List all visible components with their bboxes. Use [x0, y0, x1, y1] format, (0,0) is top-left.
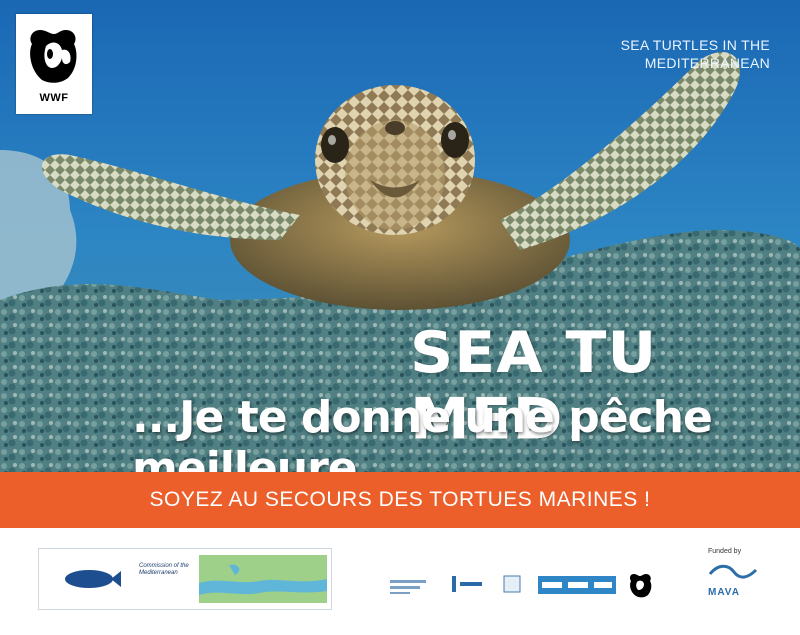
wwf-small-logo [628, 570, 652, 600]
partner-logo-commission: Commission of the Mediterranean [38, 548, 332, 610]
funded-by-label: Funded by [708, 548, 742, 555]
partner-footer: Commission of the Mediterranean Funded b… [0, 528, 800, 635]
mava-text: MAVA [708, 587, 740, 598]
partner-logo-d [538, 576, 616, 594]
wave-icon [708, 564, 758, 579]
wwf-logo-text: WWF [39, 92, 69, 104]
mava-logo: MAVA [708, 562, 758, 602]
panda-icon [30, 30, 77, 83]
partner-logo-b [448, 572, 488, 596]
banner-text: SOYEZ AU SECOURS DES TORTUES MARINES ! [149, 488, 651, 511]
partner-logo-a [388, 574, 428, 596]
poster: WWF SEA TURTLES IN THE MEDITERRANEAN SEA… [0, 0, 800, 635]
partner-logo-c [500, 572, 524, 596]
mediterranean-map [199, 555, 327, 603]
wwf-logo: WWF [16, 14, 92, 114]
panda-icon-small [630, 574, 652, 598]
project-title: SEA TURTLES IN THE MEDITERRANEAN [621, 36, 770, 72]
fish-icon [65, 570, 121, 588]
project-title-line2: MEDITERRANEAN [644, 55, 770, 71]
project-title-line1: SEA TURTLES IN THE [620, 37, 770, 53]
call-to-action-banner: SOYEZ AU SECOURS DES TORTUES MARINES ! [0, 472, 800, 528]
